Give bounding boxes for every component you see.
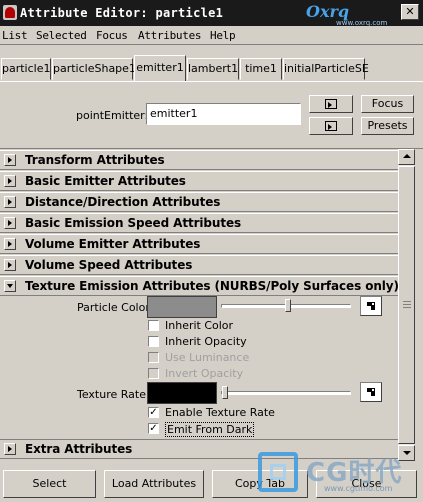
expand-arrow-icon[interactable] xyxy=(4,175,16,187)
section-basic-emission-speed-attributes[interactable]: Basic Emission Speed Attributes xyxy=(0,213,398,233)
section-label: Basic Emitter Attributes xyxy=(25,174,186,188)
scroll-up-button[interactable] xyxy=(398,149,415,165)
output-connections-icon xyxy=(325,121,337,131)
input-connections-button[interactable] xyxy=(309,95,353,113)
attribute-sections-panel: Transform Attributes Basic Emitter Attri… xyxy=(0,148,423,463)
focus-button[interactable]: Focus xyxy=(361,95,414,113)
texture-rate-slider-handle[interactable] xyxy=(222,386,228,399)
copy-tab-button[interactable]: Copy Tab xyxy=(212,470,308,498)
particle-color-swatch[interactable] xyxy=(147,296,217,318)
menu-list[interactable]: List xyxy=(2,29,28,42)
inherit-color-checkbox[interactable] xyxy=(148,320,159,331)
expand-arrow-icon[interactable] xyxy=(4,154,16,166)
node-name-field[interactable]: emitter1 xyxy=(146,103,301,125)
vertical-scrollbar[interactable] xyxy=(398,149,415,461)
title-bar: Attribute Editor: particle1 Oxrq www.oxr… xyxy=(0,0,423,27)
expand-arrow-icon[interactable] xyxy=(4,238,16,250)
tab-lambert1[interactable]: lambert1 xyxy=(187,58,239,80)
section-volume-emitter-attributes[interactable]: Volume Emitter Attributes xyxy=(0,234,398,254)
close-button[interactable]: Close xyxy=(316,470,417,498)
tab-particle1[interactable]: particle1 xyxy=(1,58,51,80)
expand-arrow-icon[interactable] xyxy=(4,443,16,455)
select-button[interactable]: Select xyxy=(3,470,96,498)
output-connections-button[interactable] xyxy=(309,117,353,135)
menu-help[interactable]: Help xyxy=(210,29,236,42)
presets-button[interactable]: Presets xyxy=(361,117,414,135)
tab-time1[interactable]: time1 xyxy=(240,58,282,80)
section-volume-speed-attributes[interactable]: Volume Speed Attributes xyxy=(0,255,398,275)
emit-from-dark-label: Emit From Dark xyxy=(165,422,255,437)
load-attributes-button[interactable]: Load Attributes xyxy=(104,470,204,498)
collapse-arrow-icon[interactable] xyxy=(4,280,16,292)
texture-rate-map-button[interactable] xyxy=(360,382,382,402)
maya-app-icon xyxy=(3,5,17,20)
particle-color-slider-handle[interactable] xyxy=(285,299,291,312)
section-label: Distance/Direction Attributes xyxy=(25,195,221,209)
particle-color-map-button[interactable] xyxy=(360,296,382,316)
section-extra-attributes[interactable]: Extra Attributes xyxy=(0,439,398,459)
tabs-divider xyxy=(0,81,423,82)
enable-texture-rate-label: Enable Texture Rate xyxy=(165,406,275,419)
texture-rate-label: Texture Rate xyxy=(77,388,146,401)
inherit-opacity-checkbox[interactable] xyxy=(148,336,159,347)
texture-rate-swatch[interactable] xyxy=(147,382,217,404)
section-transform-attributes[interactable]: Transform Attributes xyxy=(0,150,398,170)
node-type-label: pointEmitter: xyxy=(76,109,149,122)
scrollbar-thumb[interactable] xyxy=(398,166,415,444)
watermark-logo: Oxrq www.oxrq.com xyxy=(306,2,398,27)
arrow-down-icon xyxy=(403,451,411,455)
use-luminance-label: Use Luminance xyxy=(165,351,250,364)
invert-opacity-label: Invert Opacity xyxy=(165,367,244,380)
section-label: Basic Emission Speed Attributes xyxy=(25,216,242,230)
inherit-opacity-label: Inherit Opacity xyxy=(165,335,247,348)
section-basic-emitter-attributes[interactable]: Basic Emitter Attributes xyxy=(0,171,398,191)
close-window-button[interactable]: ✕ xyxy=(401,4,419,20)
menu-attributes[interactable]: Attributes xyxy=(138,29,202,42)
section-label: Extra Attributes xyxy=(25,442,133,456)
expand-arrow-icon[interactable] xyxy=(4,217,16,229)
menu-selected[interactable]: Selected xyxy=(36,29,87,42)
texture-rate-slider-track[interactable] xyxy=(221,391,351,395)
window-title: Attribute Editor: particle1 xyxy=(20,6,224,20)
particle-color-label: Particle Color xyxy=(77,301,150,314)
section-label: Volume Emitter Attributes xyxy=(25,237,201,251)
tab-emitter1[interactable]: emitter1 xyxy=(134,55,186,81)
expand-arrow-icon[interactable] xyxy=(4,196,16,208)
tab-particleshape1[interactable]: particleShape1 xyxy=(52,58,136,80)
invert-opacity-checkbox xyxy=(148,368,159,379)
enable-texture-rate-checkbox[interactable]: ✓ xyxy=(148,407,159,418)
inherit-color-label: Inherit Color xyxy=(165,319,234,332)
watermark-logo-url: www.oxrq.com xyxy=(336,19,388,27)
emit-from-dark-checkbox[interactable]: ✓ xyxy=(148,423,159,434)
input-connections-icon xyxy=(325,99,337,109)
section-distance-direction-attributes[interactable]: Distance/Direction Attributes xyxy=(0,192,398,212)
arrow-up-icon xyxy=(403,154,411,158)
close-icon: ✕ xyxy=(405,5,415,18)
section-label: Transform Attributes xyxy=(25,153,165,167)
menu-focus[interactable]: Focus xyxy=(96,29,128,42)
section-label: Volume Speed Attributes xyxy=(25,258,193,272)
tab-initialparticlese[interactable]: initialParticleSE xyxy=(283,58,369,80)
section-texture-emission-attributes[interactable]: Texture Emission Attributes (NURBS/Poly … xyxy=(0,276,399,296)
node-tabs: particle1 particleShape1 emitter1 lamber… xyxy=(0,55,423,82)
menu-bar: List Selected Focus Attributes Help xyxy=(0,27,423,45)
use-luminance-checkbox xyxy=(148,352,159,363)
section-label: Texture Emission Attributes (NURBS/Poly … xyxy=(25,279,399,293)
scroll-down-button[interactable] xyxy=(398,445,415,461)
expand-arrow-icon[interactable] xyxy=(4,259,16,271)
